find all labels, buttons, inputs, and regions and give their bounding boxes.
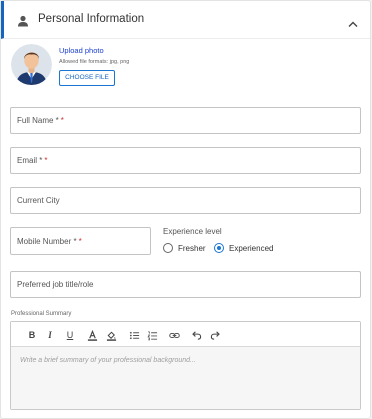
required-mark: * bbox=[60, 116, 64, 125]
italic-icon[interactable]: I bbox=[44, 329, 56, 341]
radio-experienced-label: Experienced bbox=[229, 243, 274, 253]
radio-circle[interactable] bbox=[163, 243, 173, 253]
bulleted-list-icon[interactable] bbox=[128, 329, 140, 341]
redo-icon[interactable] bbox=[209, 329, 221, 341]
job-title-label: Preferred job title/role bbox=[17, 280, 94, 289]
summary-placeholder: Write a brief summary of your profession… bbox=[20, 357, 196, 364]
choose-file-button[interactable]: CHOOSE FILE bbox=[59, 70, 115, 86]
bold-icon[interactable]: B bbox=[26, 329, 38, 341]
numbered-list-icon[interactable] bbox=[146, 329, 158, 341]
current-city-field[interactable]: Current City bbox=[10, 187, 361, 214]
full-name-label: Full Name * bbox=[17, 116, 59, 125]
radio-fresher[interactable]: Fresher bbox=[163, 243, 206, 253]
current-city-label: Current City bbox=[17, 196, 60, 205]
radio-circle-selected[interactable] bbox=[214, 243, 224, 253]
summary-editor: B I U Write a brief summary of your prof… bbox=[10, 321, 361, 410]
chevron-up-icon[interactable] bbox=[348, 15, 358, 27]
summary-text-area[interactable]: Write a brief summary of your profession… bbox=[11, 347, 360, 409]
professional-summary-label: Professional Summary bbox=[11, 311, 72, 317]
full-name-field[interactable]: Full Name * * bbox=[10, 107, 361, 134]
section-header[interactable]: Personal Information bbox=[1, 1, 370, 39]
avatar bbox=[11, 44, 52, 85]
radio-fresher-label: Fresher bbox=[178, 243, 206, 253]
allowed-formats-text: Allowed file formats: jpg, png bbox=[59, 59, 130, 65]
personal-info-card: Personal Information Upload photo Allowe… bbox=[0, 0, 371, 419]
mobile-number-label: Mobile Number * bbox=[17, 236, 77, 246]
email-field[interactable]: Email * * bbox=[10, 147, 361, 174]
required-mark: * bbox=[44, 156, 48, 165]
person-icon bbox=[17, 14, 29, 27]
experience-level-label: Experience level bbox=[163, 227, 222, 236]
mobile-number-field[interactable]: Mobile Number * * bbox=[10, 227, 151, 255]
link-icon[interactable] bbox=[168, 329, 180, 341]
upload-photo-link[interactable]: Upload photo bbox=[59, 46, 104, 55]
radio-experienced[interactable]: Experienced bbox=[214, 243, 273, 253]
section-title: Personal Information bbox=[38, 13, 145, 25]
required-mark: * bbox=[78, 236, 82, 246]
underline-icon[interactable]: U bbox=[64, 329, 76, 341]
job-title-field[interactable]: Preferred job title/role bbox=[10, 271, 361, 298]
editor-toolbar: B I U bbox=[11, 322, 360, 347]
email-label: Email * bbox=[17, 156, 43, 165]
highlight-icon[interactable] bbox=[105, 329, 117, 341]
text-color-icon[interactable] bbox=[86, 329, 98, 341]
undo-icon[interactable] bbox=[190, 329, 202, 341]
